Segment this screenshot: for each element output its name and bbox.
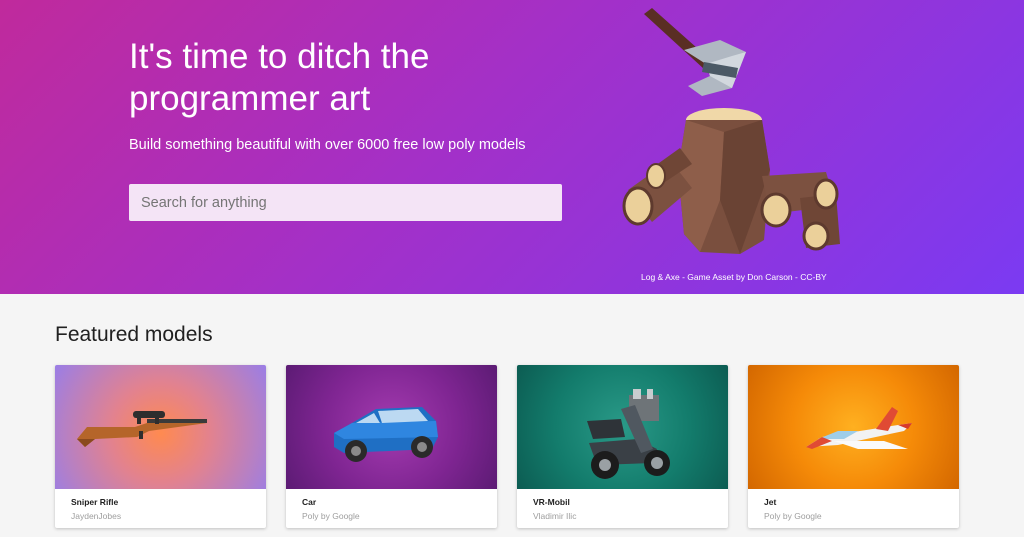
model-card-sniper-rifle[interactable]: Sniper Rifle JaydenJobes — [55, 365, 266, 528]
card-author[interactable]: Vladimir Ilic — [533, 511, 576, 521]
log-and-axe-illustration — [600, 0, 860, 266]
card-thumbnail[interactable] — [286, 365, 497, 489]
card-author[interactable]: Poly by Google — [302, 511, 360, 521]
hero-title: It's time to ditch the programmer art — [129, 37, 430, 118]
car-icon — [334, 407, 438, 462]
model-card-jet[interactable]: Jet Poly by Google — [748, 365, 959, 528]
search-input[interactable] — [129, 184, 562, 221]
card-author[interactable]: Poly by Google — [764, 511, 822, 521]
model-card-vr-mobil[interactable]: VR-Mobil Vladimir Ilic — [517, 365, 728, 528]
card-thumbnail[interactable] — [55, 365, 266, 489]
card-thumbnail[interactable] — [517, 365, 728, 489]
featured-models-title: Featured models — [55, 323, 213, 346]
scooter-icon — [587, 389, 670, 479]
illustration-credit: Log & Axe - Game Asset by Don Carson - C… — [641, 272, 827, 282]
card-author[interactable]: JaydenJobes — [71, 511, 121, 521]
card-title[interactable]: Jet — [764, 497, 776, 507]
card-title[interactable]: Car — [302, 497, 316, 507]
jet-icon — [806, 407, 912, 449]
hero-subtitle: Build something beautiful with over 6000… — [129, 137, 526, 153]
model-card-car[interactable]: Car Poly by Google — [286, 365, 497, 528]
rifle-icon — [77, 411, 207, 447]
card-title[interactable]: VR-Mobil — [533, 497, 570, 507]
hero-banner: It's time to ditch the programmer art Bu… — [0, 0, 1024, 294]
card-title[interactable]: Sniper Rifle — [71, 497, 118, 507]
card-thumbnail[interactable] — [748, 365, 959, 489]
